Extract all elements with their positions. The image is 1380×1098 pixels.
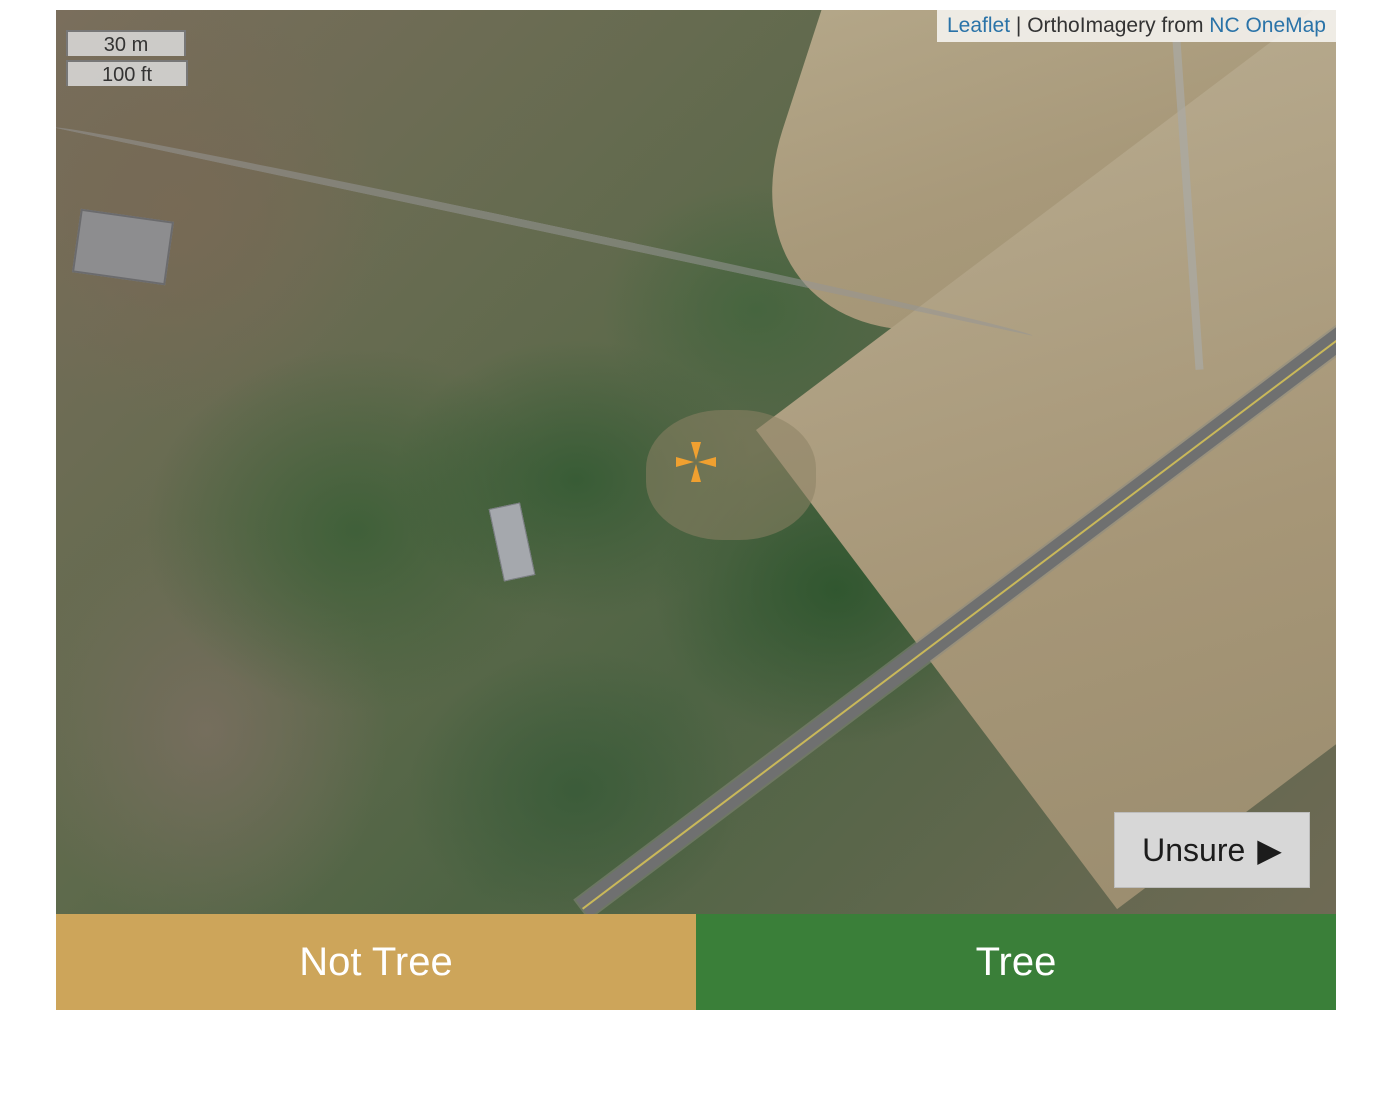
play-arrow-icon: ▶	[1257, 832, 1282, 868]
marker-arrow-left	[676, 457, 694, 467]
crosshair-target-icon	[676, 442, 716, 482]
tree-label: Tree	[975, 939, 1057, 984]
attribution-separator: |	[1015, 14, 1022, 37]
clearing	[646, 410, 816, 540]
nc-onemap-link[interactable]: NC OneMap	[1209, 14, 1326, 37]
unsure-button[interactable]: Unsure ▶	[1114, 812, 1310, 888]
house-roof-center	[488, 502, 536, 582]
answer-bar: Not Tree Tree	[56, 914, 1336, 1010]
aerial-map[interactable]: 30 m 100 ft Leaflet | OrthoImagery from …	[56, 10, 1336, 914]
leaflet-link[interactable]: Leaflet	[947, 14, 1010, 37]
tree-button[interactable]: Tree	[696, 914, 1336, 1010]
not-tree-label: Not Tree	[299, 939, 453, 984]
scale-imperial: 100 ft	[66, 60, 188, 86]
scale-control: 30 m 100 ft	[66, 30, 188, 86]
house-roof-left	[72, 208, 174, 286]
marker-arrow-bottom	[691, 464, 701, 482]
attribution-text: OrthoImagery from	[1027, 14, 1204, 37]
marker-arrow-top	[691, 442, 701, 460]
unsure-button-label: Unsure	[1142, 831, 1246, 868]
not-tree-button[interactable]: Not Tree	[56, 914, 696, 1010]
marker-arrow-right	[698, 457, 716, 467]
map-attribution: Leaflet | OrthoImagery from NC OneMap	[937, 10, 1336, 42]
scale-metric: 30 m	[66, 30, 186, 56]
